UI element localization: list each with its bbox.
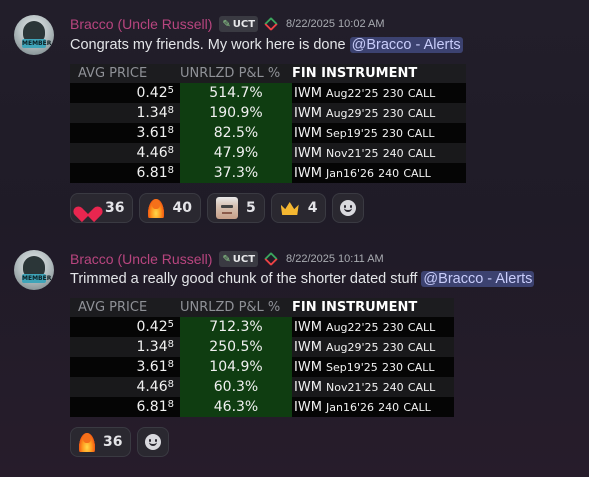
reaction-count: 5 xyxy=(245,200,256,216)
header-fin-instrument: FIN INSTRUMENT xyxy=(292,300,418,315)
avg-price: 1.348 xyxy=(136,105,174,121)
header-pnl: UNRLZD P&L % xyxy=(180,66,281,81)
table-header: AVG PRICE UNRLZD P&L % FIN INSTRUMENT xyxy=(70,64,466,83)
fire-icon xyxy=(79,432,95,452)
table-header: AVG PRICE UNRLZD P&L % FIN INSTRUMENT xyxy=(70,298,454,317)
reaction-count: 40 xyxy=(172,200,192,216)
avg-price: 0.425 xyxy=(136,319,174,335)
table-row: 1.348 250.5% IWM Aug29'25 230 CALL xyxy=(70,337,454,357)
avg-price: 3.618 xyxy=(136,359,174,375)
role-tag[interactable]: ✎ UCT xyxy=(219,251,259,267)
timestamp[interactable]: 8/22/2025 10:02 AM xyxy=(286,18,384,30)
role-tag[interactable]: ✎ UCT xyxy=(219,16,259,32)
message-body: Congrats my friends. My work here is don… xyxy=(70,37,346,53)
smile-icon xyxy=(340,200,357,216)
swords-icon: ✎ xyxy=(222,253,231,265)
pnl-cell: 60.3% xyxy=(180,377,292,397)
fire-icon xyxy=(148,198,165,218)
reactions-bar: 36 xyxy=(70,427,170,457)
message-text: Congrats my friends. My work here is don… xyxy=(70,37,463,53)
avatar[interactable]: MEMBER xyxy=(14,15,54,55)
table-row: 6.818 46.3% IWM Jan16'26 240 CALL xyxy=(70,397,454,417)
add-reaction-button[interactable] xyxy=(137,427,170,457)
crown-icon xyxy=(280,200,300,216)
username[interactable]: Bracco (Uncle Russell) xyxy=(70,251,212,267)
table-row: 0.425 712.3% IWM Aug22'25 230 CALL xyxy=(70,317,454,337)
heart-icon xyxy=(79,200,97,216)
reaction-count: 36 xyxy=(103,434,123,450)
table-row: 1.348 190.9% IWM Aug29'25 230 CALL xyxy=(70,103,466,123)
reaction-heart[interactable]: 36 xyxy=(70,193,134,223)
role-mention[interactable]: @Bracco - Alerts xyxy=(349,37,463,53)
header-avg-price: AVG PRICE xyxy=(78,300,148,315)
pnl-cell: 82.5% xyxy=(180,123,292,143)
reactions-bar: 36 40 5 4 xyxy=(70,193,365,223)
instrument: IWM Aug22'25 230 CALL xyxy=(294,319,436,335)
reaction-count: 4 xyxy=(307,200,318,216)
add-reaction-button[interactable] xyxy=(332,193,365,223)
table-row: 0.425 514.7% IWM Aug22'25 230 CALL xyxy=(70,83,466,103)
table-row: 3.618 82.5% IWM Sep19'25 230 CALL xyxy=(70,123,466,143)
username[interactable]: Bracco (Uncle Russell) xyxy=(70,16,212,32)
message-text: Trimmed a really good chunk of the short… xyxy=(70,271,535,287)
smile-icon xyxy=(145,434,162,450)
role-tag-label: UCT xyxy=(232,253,256,265)
avg-price: 4.468 xyxy=(136,379,174,395)
instrument: IWM Sep19'25 230 CALL xyxy=(294,125,435,141)
pnl-cell: 712.3% xyxy=(180,317,292,337)
avatar-badge: MEMBER xyxy=(22,39,52,48)
table-row: 6.818 37.3% IWM Jan16'26 240 CALL xyxy=(70,163,466,183)
avg-price: 0.425 xyxy=(136,85,174,101)
reaction-crown[interactable]: 4 xyxy=(270,193,327,223)
instrument: IWM Jan16'26 240 CALL xyxy=(294,399,431,415)
pnl-cell: 190.9% xyxy=(180,103,292,123)
table-row: 4.468 47.9% IWM Nov21'25 240 CALL xyxy=(70,143,466,163)
positions-table: AVG PRICE UNRLZD P&L % FIN INSTRUMENT 0.… xyxy=(70,298,454,417)
instrument: IWM Nov21'25 240 CALL xyxy=(294,379,436,395)
role-tag-label: UCT xyxy=(232,18,256,30)
role-mention[interactable]: @Bracco - Alerts xyxy=(421,271,535,287)
avg-price: 6.818 xyxy=(136,165,174,181)
avg-price: 6.818 xyxy=(136,399,174,415)
table-row: 4.468 60.3% IWM Nov21'25 240 CALL xyxy=(70,377,454,397)
message-header: Bracco (Uncle Russell) ✎ UCT 8/22/2025 10… xyxy=(70,14,385,34)
pnl-cell: 104.9% xyxy=(180,357,292,377)
reaction-fire[interactable]: 40 xyxy=(139,193,201,223)
diamond-icon xyxy=(266,19,276,29)
pnl-cell: 37.3% xyxy=(180,163,292,183)
instrument: IWM Aug29'25 230 CALL xyxy=(294,105,436,121)
instrument: IWM Nov21'25 240 CALL xyxy=(294,145,436,161)
diamond-icon xyxy=(266,254,276,264)
instrument: IWM Aug29'25 230 CALL xyxy=(294,339,436,355)
table-row: 3.618 104.9% IWM Sep19'25 230 CALL xyxy=(70,357,454,377)
avatar[interactable]: MEMBER xyxy=(14,250,54,290)
pnl-cell: 250.5% xyxy=(180,337,292,357)
message-header: Bracco (Uncle Russell) ✎ UCT 8/22/2025 10… xyxy=(70,249,384,269)
avg-price: 3.618 xyxy=(136,125,174,141)
avg-price: 1.348 xyxy=(136,339,174,355)
message-body: Trimmed a really good chunk of the short… xyxy=(70,271,418,287)
swords-icon: ✎ xyxy=(222,18,231,30)
header-pnl: UNRLZD P&L % xyxy=(180,300,281,315)
face-emoji-icon xyxy=(215,197,238,219)
instrument: IWM Jan16'26 240 CALL xyxy=(294,165,431,181)
pnl-cell: 47.9% xyxy=(180,143,292,163)
pnl-cell: 46.3% xyxy=(180,397,292,417)
header-fin-instrument: FIN INSTRUMENT xyxy=(292,66,418,81)
reaction-count: 36 xyxy=(105,200,125,216)
reaction-face[interactable]: 5 xyxy=(206,193,265,223)
pnl-cell: 514.7% xyxy=(180,83,292,103)
reaction-fire[interactable]: 36 xyxy=(70,427,132,457)
positions-table: AVG PRICE UNRLZD P&L % FIN INSTRUMENT 0.… xyxy=(70,64,466,183)
avatar-badge: MEMBER xyxy=(22,274,52,283)
avg-price: 4.468 xyxy=(136,145,174,161)
instrument: IWM Sep19'25 230 CALL xyxy=(294,359,435,375)
timestamp[interactable]: 8/22/2025 10:11 AM xyxy=(286,253,384,265)
header-avg-price: AVG PRICE xyxy=(78,66,148,81)
instrument: IWM Aug22'25 230 CALL xyxy=(294,85,436,101)
